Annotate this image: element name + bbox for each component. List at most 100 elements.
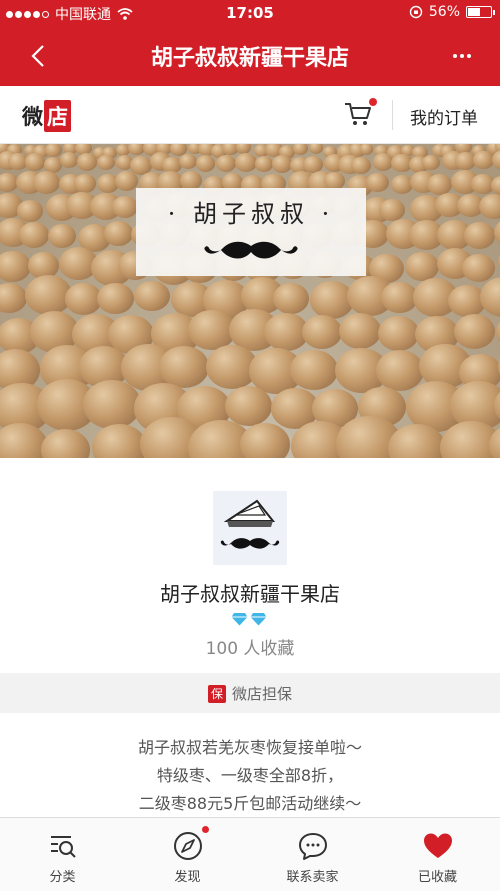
walnut bbox=[480, 277, 500, 317]
banner-sign-text: · 胡子叔叔 · bbox=[167, 200, 335, 228]
walnut bbox=[292, 144, 309, 156]
cart-button[interactable] bbox=[343, 98, 377, 130]
walnut bbox=[104, 221, 134, 246]
tab-category[interactable]: 分类 bbox=[0, 818, 125, 891]
heart-icon bbox=[424, 833, 452, 858]
walnut bbox=[76, 153, 98, 172]
shop-notice: 胡子叔叔若羌灰枣恢复接单啦～ 特级枣、一级枣全部8折， 二级枣88元5斤包邮活动… bbox=[0, 734, 500, 818]
battery-status: 56% bbox=[409, 4, 495, 20]
walnut bbox=[492, 150, 500, 170]
navigation-bar: 胡子叔叔新疆干果店 bbox=[0, 28, 500, 84]
walnut bbox=[308, 144, 324, 154]
discover-badge bbox=[202, 826, 209, 833]
pie-mustache-logo-icon bbox=[220, 499, 280, 549]
tab-label: 已收藏 bbox=[417, 870, 457, 885]
walnut bbox=[473, 151, 494, 169]
category-search-icon bbox=[51, 836, 76, 858]
walnut bbox=[359, 144, 374, 155]
walnut bbox=[74, 174, 96, 193]
walnut bbox=[303, 155, 323, 173]
guarantee-badge-icon: 保 bbox=[207, 684, 226, 703]
tab-contact-seller[interactable]: 联系卖家 bbox=[250, 818, 375, 891]
walnut bbox=[91, 424, 148, 458]
shop-avatar[interactable] bbox=[213, 491, 287, 565]
banner-sign: · 胡子叔叔 · bbox=[136, 188, 366, 276]
walnut bbox=[59, 152, 78, 168]
tab-favorited[interactable]: 已收藏 bbox=[375, 818, 500, 891]
walnut bbox=[96, 154, 115, 171]
walnut bbox=[18, 221, 50, 248]
walnut bbox=[134, 280, 171, 312]
diamond-icon bbox=[250, 613, 267, 626]
walnut bbox=[0, 250, 31, 282]
walnut bbox=[234, 152, 258, 172]
walnut bbox=[461, 253, 495, 282]
walnut bbox=[494, 217, 500, 248]
walnut bbox=[422, 155, 440, 171]
tab-label: 分类 bbox=[49, 870, 76, 885]
shop-name: 胡子叔叔新疆干果店 bbox=[160, 582, 340, 606]
walnut bbox=[32, 170, 60, 194]
walnut bbox=[239, 423, 291, 458]
walnut bbox=[196, 155, 216, 172]
walnut bbox=[111, 195, 139, 219]
top-bar: 中国联通 17:05 56% 胡子叔叔新疆干果店 bbox=[0, 0, 500, 86]
more-dots-icon bbox=[453, 54, 457, 58]
favorites-count: 100 人收藏 bbox=[205, 639, 295, 659]
tab-discover[interactable]: 发现 bbox=[125, 818, 250, 891]
walnut bbox=[378, 199, 405, 222]
divider bbox=[392, 100, 393, 130]
walnut bbox=[179, 153, 198, 169]
compass-icon bbox=[174, 832, 202, 860]
chat-icon bbox=[299, 833, 327, 860]
walnut bbox=[82, 379, 142, 430]
walnut bbox=[17, 199, 43, 222]
notice-line: 二级枣88元5斤包邮活动继续～ bbox=[138, 794, 362, 813]
status-bar: 中国联通 17:05 56% bbox=[0, 0, 500, 26]
walnut bbox=[463, 222, 495, 249]
walnut bbox=[301, 314, 343, 350]
tab-bar: 分类 发现 联系卖家 已收藏 bbox=[0, 817, 500, 891]
tab-label: 发现 bbox=[174, 870, 201, 885]
notice-line: 特级枣、一级枣全部8折， bbox=[156, 766, 344, 785]
notice-line: 胡子叔叔若羌灰枣恢复接单啦～ bbox=[137, 738, 362, 757]
tab-label: 联系卖家 bbox=[286, 870, 339, 885]
walnut bbox=[378, 315, 419, 351]
my-orders-link[interactable]: 我的订单 bbox=[410, 104, 478, 129]
walnut bbox=[41, 428, 91, 458]
shop-rating-diamonds bbox=[231, 612, 267, 626]
walnut bbox=[290, 349, 338, 390]
walnut bbox=[479, 193, 500, 220]
weidian-logo[interactable]: 微店 bbox=[22, 100, 71, 132]
walnut bbox=[159, 346, 209, 388]
cart-badge bbox=[369, 98, 377, 106]
shop-banner: · 胡子叔叔 · bbox=[0, 144, 500, 458]
walnut bbox=[216, 154, 237, 172]
walnut bbox=[351, 157, 371, 175]
walnut bbox=[490, 176, 500, 195]
walnut bbox=[496, 315, 500, 350]
walnut bbox=[114, 170, 138, 191]
guarantee-bar[interactable]: 保 微店担保 bbox=[0, 673, 500, 713]
diamond-icon bbox=[231, 613, 248, 626]
walnut bbox=[24, 153, 45, 171]
battery-icon bbox=[466, 6, 495, 18]
walnut bbox=[366, 172, 389, 193]
more-button[interactable] bbox=[444, 40, 480, 72]
mustache-icon bbox=[204, 241, 298, 259]
walnut bbox=[404, 252, 439, 282]
walnut bbox=[47, 223, 77, 248]
shop-header: 微店 我的订单 bbox=[0, 86, 500, 144]
walnut bbox=[187, 309, 236, 351]
walnut bbox=[272, 283, 310, 315]
walnut bbox=[453, 313, 495, 349]
orientation-lock-icon bbox=[409, 5, 423, 19]
battery-percent: 56% bbox=[428, 4, 460, 20]
walnut bbox=[97, 283, 134, 315]
walnut bbox=[0, 282, 27, 313]
walnut bbox=[254, 156, 273, 172]
walnut bbox=[426, 173, 452, 196]
walnut bbox=[338, 313, 381, 349]
guarantee-label: 微店担保 bbox=[231, 685, 292, 703]
page-title: 胡子叔叔新疆干果店 bbox=[150, 46, 349, 71]
